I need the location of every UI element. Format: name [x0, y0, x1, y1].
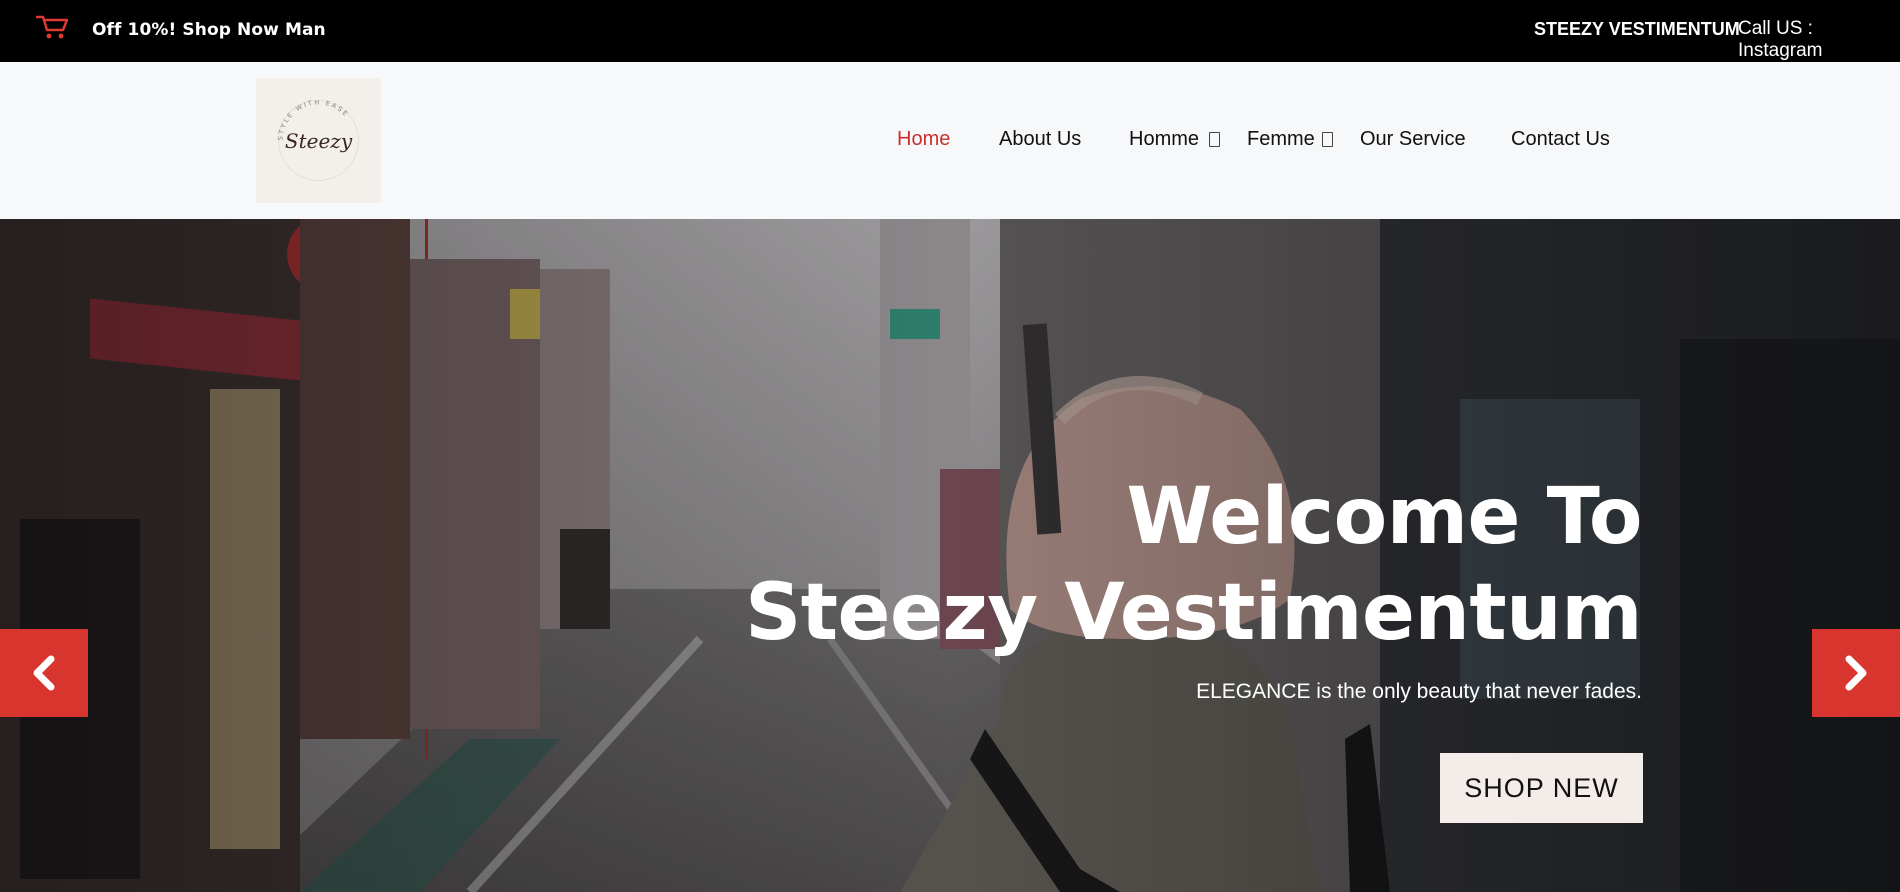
nav-our-service[interactable]: Our Service — [1360, 128, 1466, 151]
slider-next-button[interactable] — [1812, 629, 1900, 717]
nav-femme[interactable]: Femme — [1247, 128, 1315, 151]
hero-title: Welcome To Steezy Vestimentum — [745, 469, 1642, 661]
promo-text[interactable]: Off 10%! Shop Now Man — [92, 20, 326, 40]
chevron-left-icon — [33, 655, 55, 691]
hero-subtitle: ELEGANCE is the only beauty that never f… — [1196, 680, 1642, 703]
call-us-link[interactable]: Call US : Instagram — [1738, 18, 1900, 62]
nav-contact-us[interactable]: Contact Us — [1511, 128, 1610, 151]
chevron-right-icon — [1845, 655, 1867, 691]
brand-name: STEEZY VESTIMENTUM — [1534, 19, 1740, 39]
homme-dropdown-icon[interactable] — [1209, 132, 1220, 147]
shopping-cart-icon[interactable] — [36, 14, 70, 40]
nav-about-us[interactable]: About Us — [999, 128, 1081, 151]
slider-prev-button[interactable] — [0, 629, 88, 717]
hero-slider: Welcome To Steezy Vestimentum ELEGANCE i… — [0, 219, 1900, 892]
top-bar: Off 10%! Shop Now Man STEEZY VESTIMENTUM… — [0, 0, 1900, 62]
shop-new-button[interactable]: SHOP NEW — [1440, 753, 1643, 823]
nav-homme[interactable]: Homme — [1129, 128, 1199, 151]
femme-dropdown-icon[interactable] — [1322, 132, 1333, 147]
main-nav: Home About Us Homme Femme Our Service Co… — [0, 62, 1900, 219]
hero-title-line2: Steezy Vestimentum — [745, 568, 1642, 658]
nav-home[interactable]: Home — [897, 128, 950, 151]
hero-title-line1: Welcome To — [1126, 472, 1643, 562]
site-header: STYLE WITH EASE Steezy Home About Us Hom… — [0, 62, 1900, 219]
